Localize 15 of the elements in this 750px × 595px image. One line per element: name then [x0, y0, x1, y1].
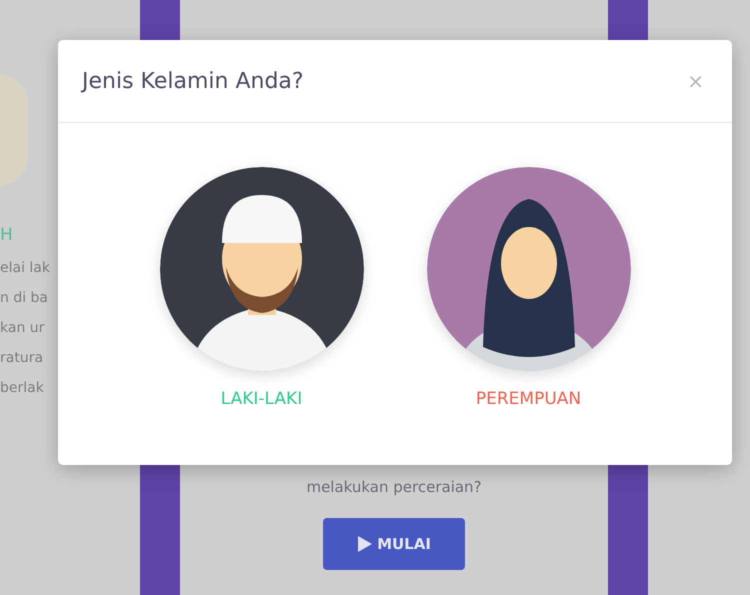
question-text: melakukan perceraian? [306, 478, 482, 496]
modal-title: Jenis Kelamin Anda? [82, 68, 304, 94]
woman-avatar-drawing[interactable] [426, 167, 630, 371]
body-text: kan ur [0, 319, 46, 338]
body-text: elai lak [0, 259, 51, 278]
section-heading: H [0, 225, 14, 245]
body-text: berlak [0, 379, 45, 398]
body-text: ratura [0, 349, 44, 368]
man-avatar-drawing[interactable] [160, 167, 364, 371]
option-label[interactable]: PEREMPUAN [476, 389, 582, 409]
body-text: n di ba [0, 289, 50, 308]
option-label[interactable]: LAKI-LAKI [220, 389, 302, 409]
start-button[interactable]: MULAI [323, 518, 465, 570]
close-button[interactable]: × [683, 69, 708, 93]
play-icon [357, 535, 374, 553]
